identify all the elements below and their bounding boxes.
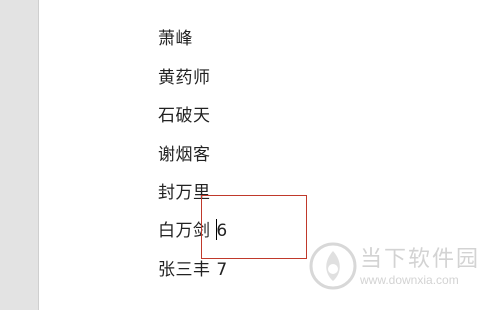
watermark: 当下软件园 www.downxia.com xyxy=(306,237,486,297)
document-line-2[interactable]: 黄药师 xyxy=(158,68,211,88)
watermark-url: www.downxia.com xyxy=(360,273,459,287)
document-line-4[interactable]: 谢烟客 xyxy=(158,145,211,165)
left-margin-gutter xyxy=(0,0,39,310)
document-line-3[interactable]: 石破天 xyxy=(158,106,211,126)
document-line-1[interactable]: 萧峰 xyxy=(158,29,193,49)
watermark-logo-icon xyxy=(309,242,357,290)
document-line-7[interactable]: 张三丰 7 xyxy=(158,260,228,280)
highlight-box xyxy=(201,195,307,259)
watermark-title: 当下软件园 xyxy=(360,247,481,272)
